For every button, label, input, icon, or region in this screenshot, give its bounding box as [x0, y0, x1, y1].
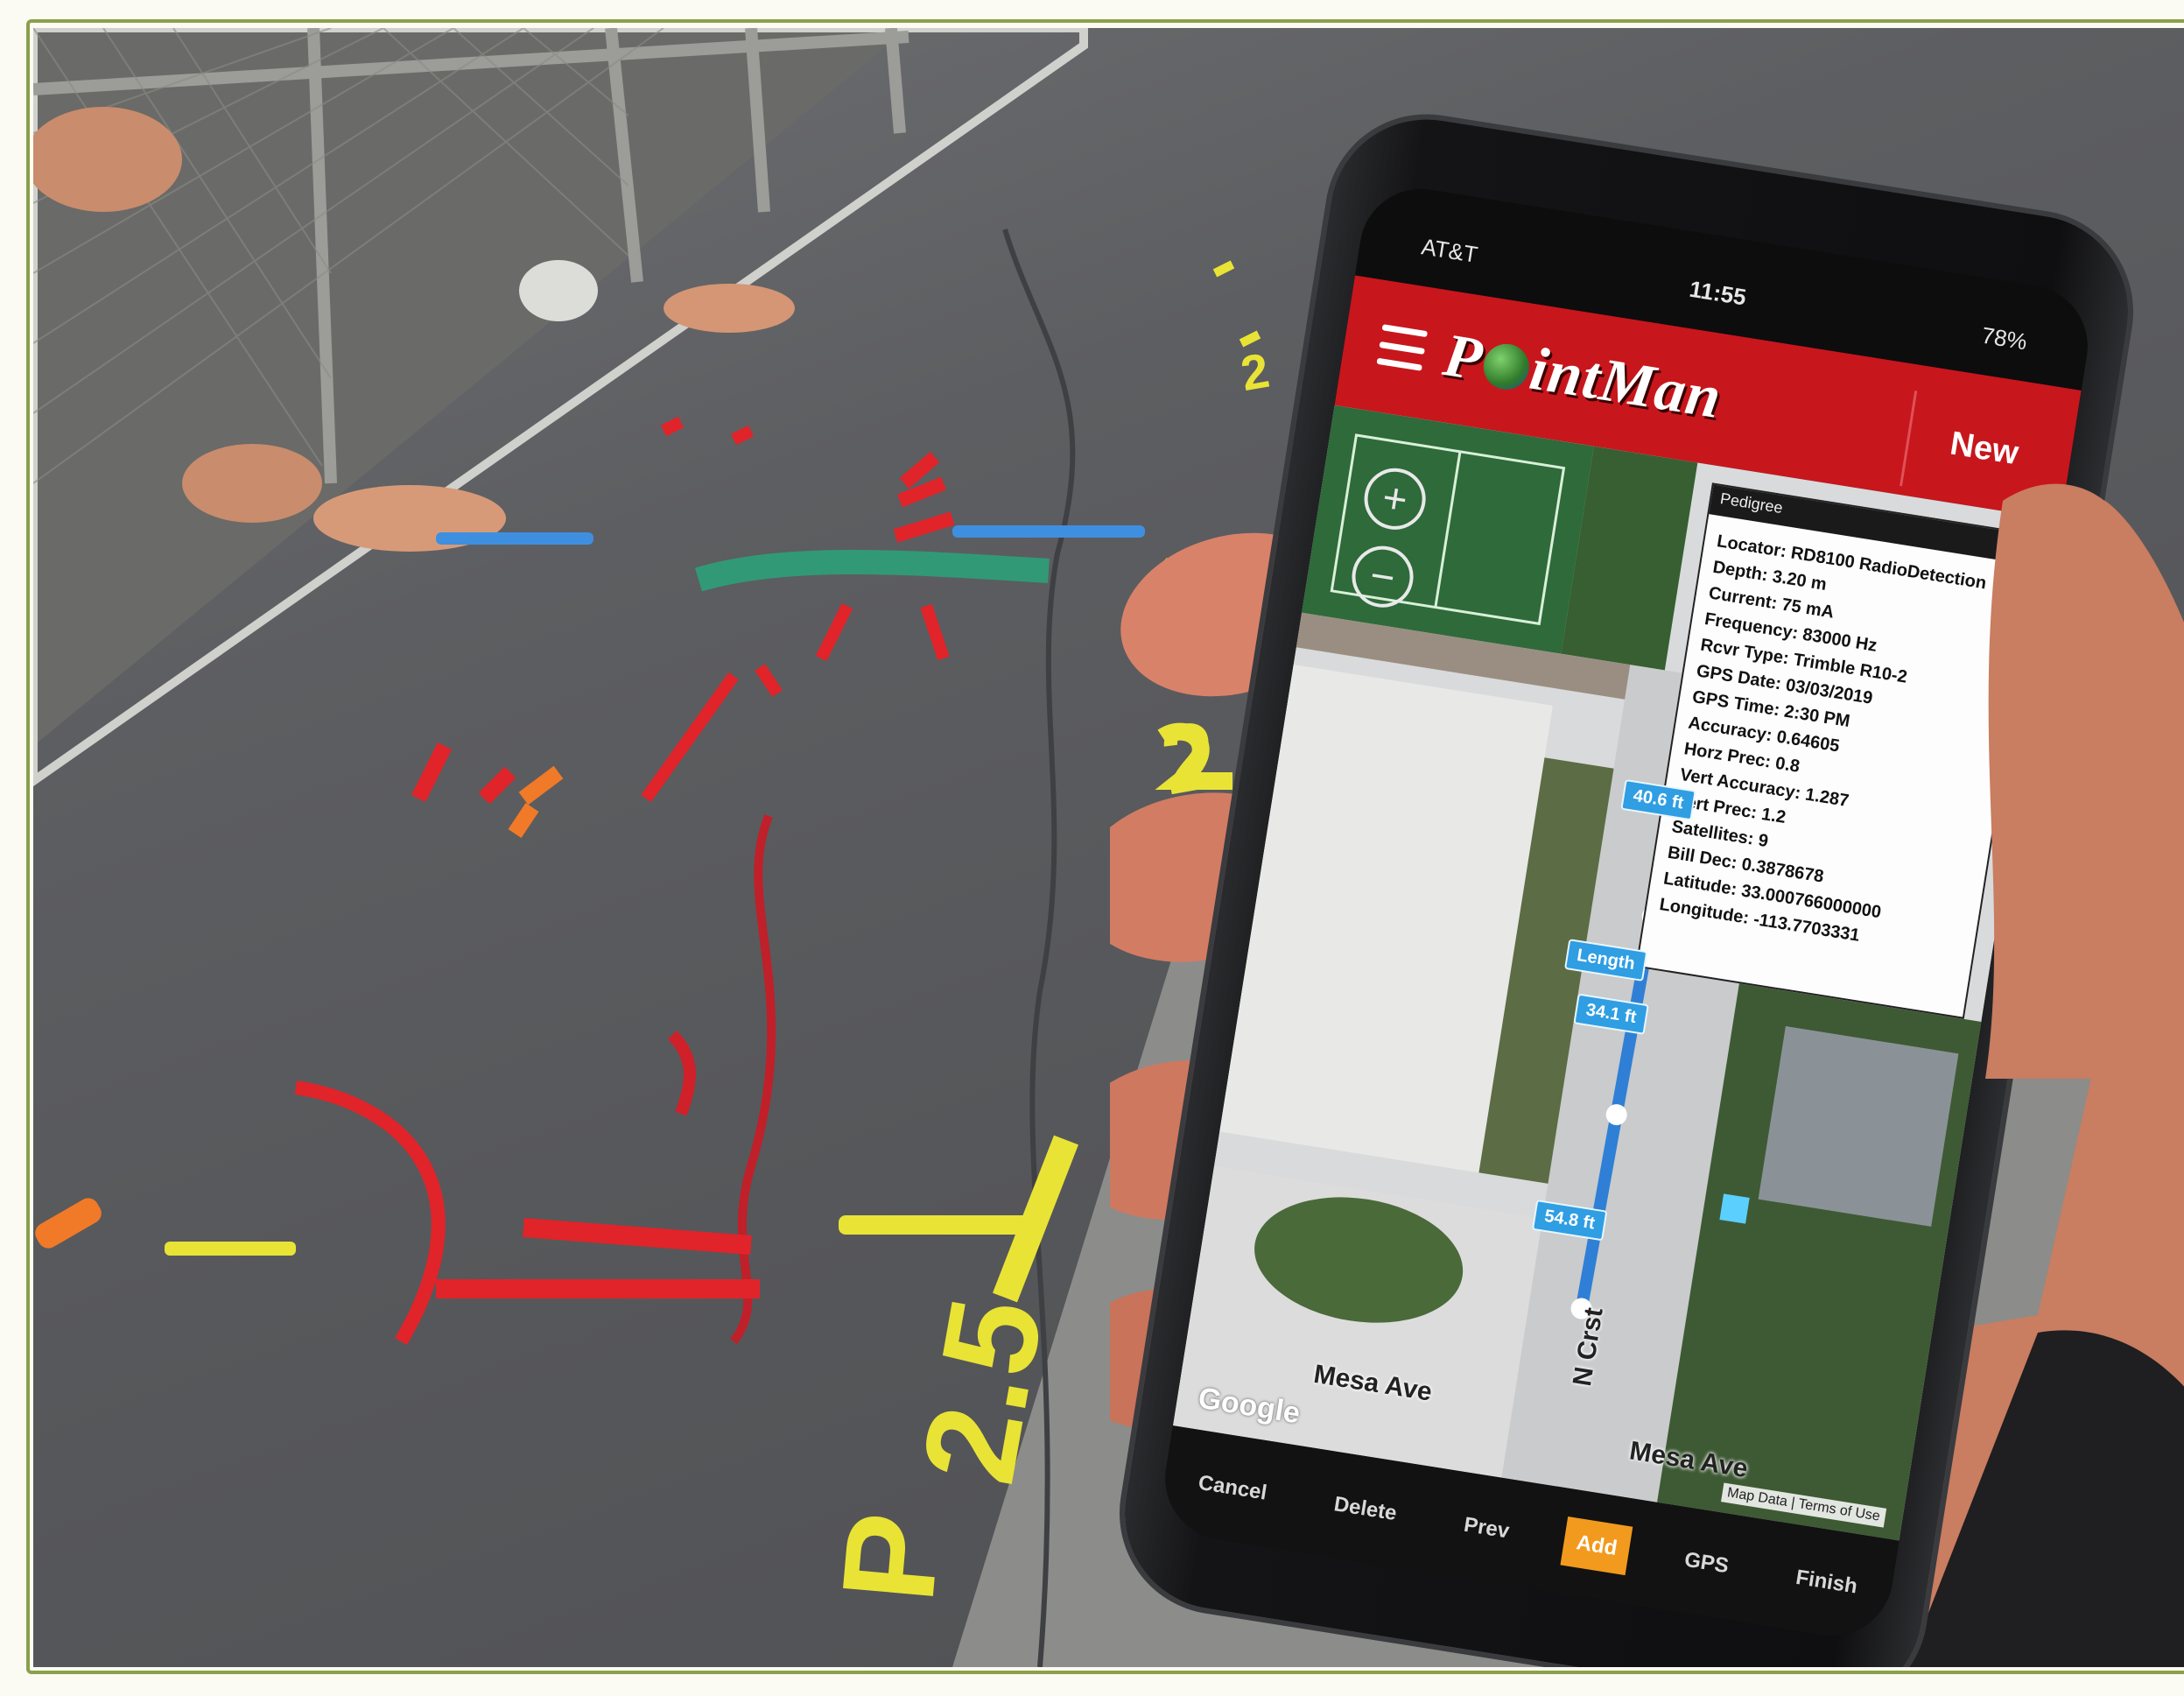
finish-button[interactable]: Finish	[1780, 1552, 1873, 1614]
carrier-label: AT&T	[1419, 233, 1480, 268]
globe-icon	[1479, 341, 1533, 393]
cancel-button[interactable]: Cancel	[1183, 1457, 1282, 1520]
add-button[interactable]: Add	[1560, 1517, 1633, 1576]
gps-button[interactable]: GPS	[1668, 1534, 1744, 1594]
logo-prefix: P	[1439, 321, 1488, 395]
app-logo: PintMan	[1439, 320, 1726, 433]
logo-suffix: intMan	[1525, 334, 1726, 433]
photo-frame: 2 2 2.5 P AT&T 11:55 78% P intMan New + …	[0, 0, 2184, 1696]
header-divider	[1900, 391, 1918, 487]
zoom-in-button[interactable]: +	[1359, 463, 1430, 534]
photograph: 2 2 2.5 P AT&T 11:55 78% P intMan New + …	[33, 28, 2184, 1667]
thumb	[1985, 483, 2184, 1079]
zoom-out-button[interactable]: −	[1347, 541, 1418, 612]
clock: 11:55	[1687, 275, 1748, 311]
ground-mark-p: P	[813, 1507, 968, 1608]
hamburger-menu-icon[interactable]	[1376, 324, 1429, 371]
prev-button[interactable]: Prev	[1448, 1499, 1525, 1559]
delete-button[interactable]: Delete	[1318, 1478, 1413, 1540]
battery-level: 78%	[1979, 321, 2029, 355]
ground-mark-depth: 2.5	[893, 1288, 1071, 1494]
